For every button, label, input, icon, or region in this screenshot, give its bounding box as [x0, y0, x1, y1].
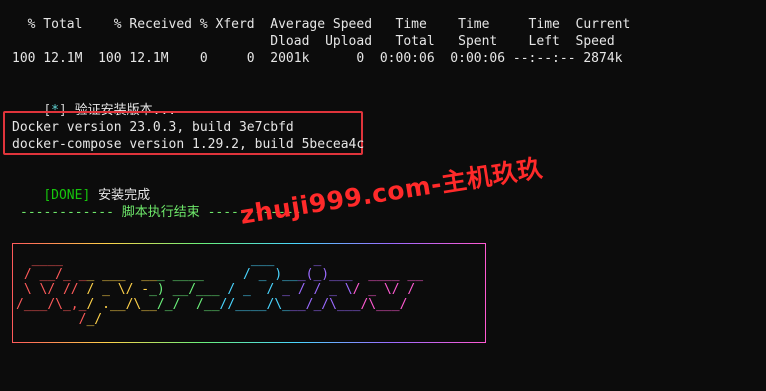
- docker-version-line: Docker version 23.0.3, build 3e7cbfd: [12, 120, 294, 135]
- banner-row: /_/: [78, 312, 103, 327]
- progress-header-line-2: Dload Upload Total Spent Left Speed: [12, 34, 615, 49]
- ascii-banner: ____ ___ _ / __/_ __ ___ ___ ____ / _ )_…: [16, 252, 431, 327]
- banner-row: \ \/ // / _ \/ -_) __/___ / _ / _ / / _ …: [23, 282, 416, 297]
- terminal-window[interactable]: % Total % Received % Xferd Average Speed…: [0, 0, 766, 391]
- banner-row: / __/_ __ ___ ___ ____ / _ )___(_)___ __…: [23, 267, 424, 282]
- done-step-line: [DONE] 安装完成: [12, 170, 150, 203]
- progress-values-line: 100 12.1M 100 12.1M 0 0 2001k 0 0:00:06 …: [12, 51, 623, 66]
- banner-row: ____ ___ _: [31, 252, 322, 267]
- compose-version-line: docker-compose version 1.29.2, build 5be…: [12, 137, 365, 152]
- banner-row: /___/\_,_/ .__/\__/_/ /__//____/\___/_/\…: [16, 297, 408, 312]
- verify-step-line: [*] 验证安装版本...: [12, 85, 176, 118]
- watermark-text: zhuji999.com-主机玖玖: [237, 153, 545, 230]
- done-tag: [DONE]: [43, 188, 91, 203]
- progress-header-line-1: % Total % Received % Xferd Average Speed…: [12, 17, 631, 32]
- done-step-text: 安装完成: [90, 188, 151, 203]
